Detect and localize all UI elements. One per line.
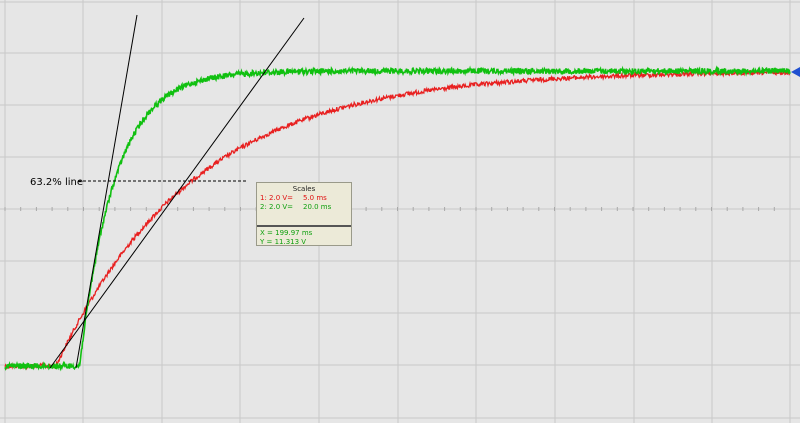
- channel-1-time: 5.0 ms: [303, 194, 327, 202]
- channel-1-volts: 1: 2.0 V=: [260, 194, 294, 202]
- channel-2-time: 20.0 ms: [303, 203, 332, 211]
- plot-background: [0, 0, 800, 423]
- channel-2-volts: 2: 2.0 V=: [260, 203, 294, 211]
- scales-title: Scales: [292, 185, 316, 193]
- panel-separator: [257, 225, 351, 227]
- sixty-three-percent-label: 63.2% line: [30, 177, 83, 188]
- cursor-y-readout: Y = 11.313 V: [260, 238, 307, 246]
- cursor-x-readout: X = 199.97 ms: [260, 229, 313, 237]
- scales-panel: Scales 1: 2.0 V= 5.0 ms 2: 2.0 V= 20.0 m…: [256, 182, 352, 246]
- oscilloscope-plot: 63.2% line: [0, 0, 800, 423]
